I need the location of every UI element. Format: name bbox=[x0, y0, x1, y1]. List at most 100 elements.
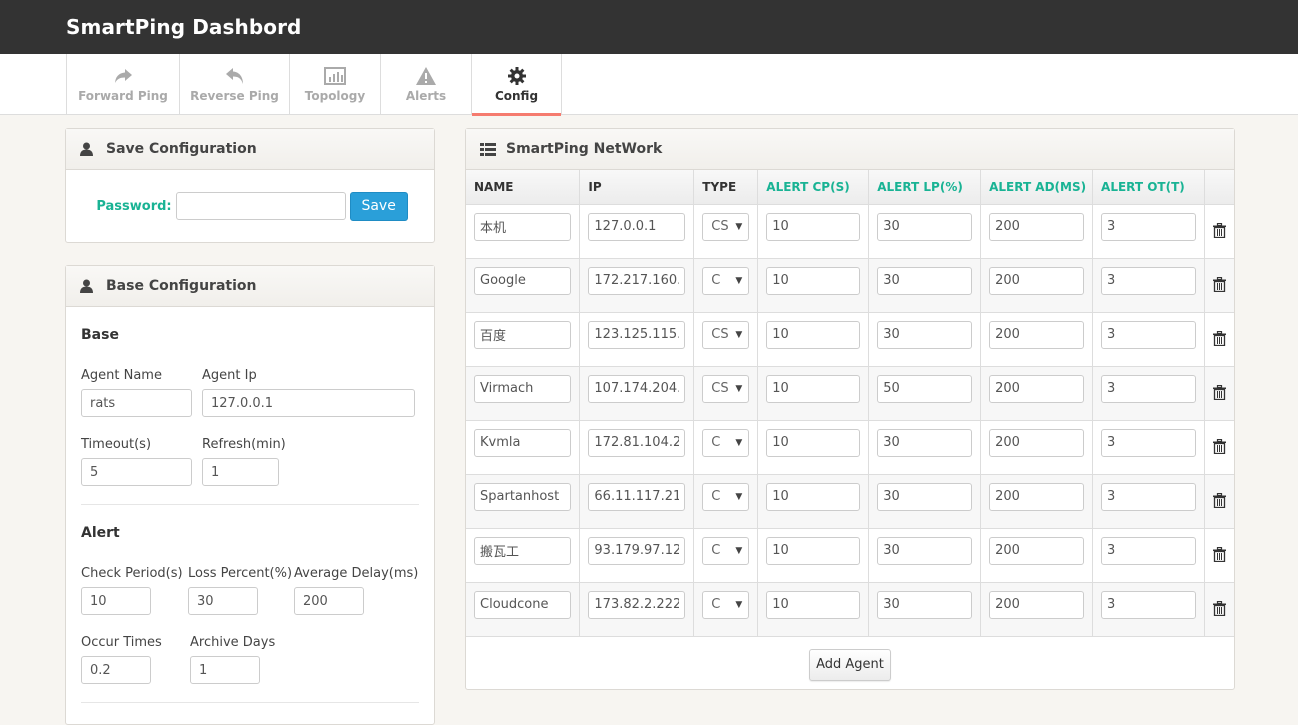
timeout-input[interactable] bbox=[81, 458, 192, 486]
refresh-input[interactable] bbox=[202, 458, 279, 486]
caret-down-icon: ▼ bbox=[735, 221, 743, 232]
avg-delay-label: Average Delay(ms) bbox=[294, 566, 419, 581]
alert-ad-input[interactable] bbox=[989, 374, 1085, 403]
alert-ad-input[interactable] bbox=[989, 266, 1085, 295]
alert-ad-input[interactable] bbox=[989, 482, 1085, 511]
col-type: TYPE bbox=[693, 170, 759, 205]
trash-icon[interactable] bbox=[1213, 492, 1226, 512]
alert-ot-input[interactable] bbox=[1101, 320, 1196, 349]
alert-cp-input[interactable] bbox=[766, 320, 861, 349]
agent-ip-input[interactable] bbox=[588, 482, 686, 511]
smartping-network-panel: SmartPing NetWork NAME IP TYPE ALERT CP(… bbox=[465, 128, 1235, 690]
type-select[interactable]: C ▼ bbox=[702, 590, 750, 619]
tab-reverse-ping[interactable]: Reverse Ping bbox=[179, 54, 289, 114]
type-select[interactable]: CS ▼ bbox=[702, 320, 750, 349]
warning-icon bbox=[416, 66, 436, 86]
user-icon bbox=[80, 142, 96, 156]
tab-label: Forward Ping bbox=[78, 88, 168, 103]
avg-delay-input[interactable] bbox=[294, 587, 364, 615]
agent-name-input[interactable] bbox=[474, 428, 572, 457]
alert-ot-input[interactable] bbox=[1101, 536, 1196, 565]
tab-alerts[interactable]: Alerts bbox=[380, 54, 471, 114]
archive-days-input[interactable] bbox=[190, 656, 260, 684]
save-button[interactable]: Save bbox=[349, 191, 408, 221]
type-select[interactable]: C ▼ bbox=[702, 482, 750, 511]
alert-ad-input[interactable] bbox=[989, 428, 1085, 457]
col-alert-ad: ALERT AD(MS) bbox=[980, 170, 1094, 205]
alert-ot-input[interactable] bbox=[1101, 590, 1196, 619]
tab-config[interactable]: Config bbox=[471, 54, 561, 116]
agent-name-input[interactable] bbox=[474, 374, 572, 403]
alert-lp-input[interactable] bbox=[877, 590, 973, 619]
alert-lp-input[interactable] bbox=[877, 536, 973, 565]
type-select[interactable]: CS ▼ bbox=[702, 374, 750, 403]
agent-ip-input[interactable] bbox=[588, 536, 686, 565]
tab-forward-ping[interactable]: Forward Ping bbox=[66, 54, 179, 114]
check-period-input[interactable] bbox=[81, 587, 151, 615]
agent-name-input[interactable] bbox=[474, 212, 572, 241]
alert-lp-input[interactable] bbox=[877, 428, 973, 457]
alert-lp-input[interactable] bbox=[877, 482, 973, 511]
user-icon bbox=[80, 279, 96, 293]
trash-icon[interactable] bbox=[1213, 330, 1226, 350]
password-label: Password: bbox=[96, 198, 172, 214]
agent-ip-input[interactable] bbox=[588, 428, 686, 457]
agent-name-label: Agent Name bbox=[81, 368, 162, 383]
agent-ip-input[interactable] bbox=[588, 320, 686, 349]
alert-lp-input[interactable] bbox=[877, 374, 973, 403]
caret-down-icon: ▼ bbox=[735, 599, 743, 610]
trash-icon[interactable] bbox=[1213, 384, 1226, 404]
agent-ip-input[interactable] bbox=[588, 212, 686, 241]
type-value: C bbox=[711, 597, 721, 612]
type-select[interactable]: C ▼ bbox=[702, 428, 750, 457]
alert-cp-input[interactable] bbox=[766, 482, 861, 511]
agent-ip-input[interactable] bbox=[588, 590, 686, 619]
panel-header: Save Configuration bbox=[66, 129, 434, 170]
table-row: CS ▼ bbox=[466, 366, 1234, 421]
add-agent-button[interactable]: Add Agent bbox=[809, 648, 891, 681]
alert-lp-input[interactable] bbox=[877, 212, 973, 241]
tab-topology[interactable]: Topology bbox=[289, 54, 380, 114]
loss-percent-input[interactable] bbox=[188, 587, 258, 615]
agent-ip-input[interactable] bbox=[202, 389, 415, 417]
occur-times-input[interactable] bbox=[81, 656, 151, 684]
alert-ot-input[interactable] bbox=[1101, 374, 1196, 403]
alert-cp-input[interactable] bbox=[766, 374, 861, 403]
agent-name-input[interactable] bbox=[474, 266, 572, 295]
trash-icon[interactable] bbox=[1213, 546, 1226, 566]
alert-cp-input[interactable] bbox=[766, 536, 861, 565]
trash-icon[interactable] bbox=[1213, 222, 1226, 242]
alert-cp-input[interactable] bbox=[766, 212, 861, 241]
type-select[interactable]: C ▼ bbox=[702, 536, 750, 565]
password-input[interactable] bbox=[175, 192, 346, 220]
alert-cp-input[interactable] bbox=[766, 590, 861, 619]
alert-ad-input[interactable] bbox=[989, 536, 1085, 565]
alert-lp-input[interactable] bbox=[877, 266, 973, 295]
trash-icon[interactable] bbox=[1213, 600, 1226, 620]
alert-ot-input[interactable] bbox=[1101, 428, 1196, 457]
type-select[interactable]: CS ▼ bbox=[702, 212, 750, 241]
trash-icon[interactable] bbox=[1213, 438, 1226, 458]
agent-name-input[interactable] bbox=[474, 482, 572, 511]
alert-section-title: Alert bbox=[81, 525, 120, 541]
alert-ot-input[interactable] bbox=[1101, 266, 1196, 295]
alert-ot-input[interactable] bbox=[1101, 482, 1196, 511]
agent-ip-input[interactable] bbox=[588, 266, 686, 295]
alert-ad-input[interactable] bbox=[989, 590, 1085, 619]
trash-icon[interactable] bbox=[1213, 276, 1226, 296]
alert-ad-input[interactable] bbox=[989, 212, 1085, 241]
alert-lp-input[interactable] bbox=[877, 320, 973, 349]
agent-name-input[interactable] bbox=[81, 389, 192, 417]
loss-percent-label: Loss Percent(%) bbox=[188, 566, 293, 581]
type-select[interactable]: C ▼ bbox=[702, 266, 750, 295]
agent-name-input[interactable] bbox=[474, 590, 572, 619]
alert-ot-input[interactable] bbox=[1101, 212, 1196, 241]
table-row: C▼ bbox=[466, 582, 1234, 637]
alert-cp-input[interactable] bbox=[766, 428, 861, 457]
agent-name-input[interactable] bbox=[474, 320, 572, 349]
agent-name-input[interactable] bbox=[474, 536, 572, 565]
agent-ip-input[interactable] bbox=[588, 374, 686, 403]
panel-header: SmartPing NetWork bbox=[466, 129, 1234, 170]
alert-ad-input[interactable] bbox=[989, 320, 1085, 349]
alert-cp-input[interactable] bbox=[766, 266, 861, 295]
